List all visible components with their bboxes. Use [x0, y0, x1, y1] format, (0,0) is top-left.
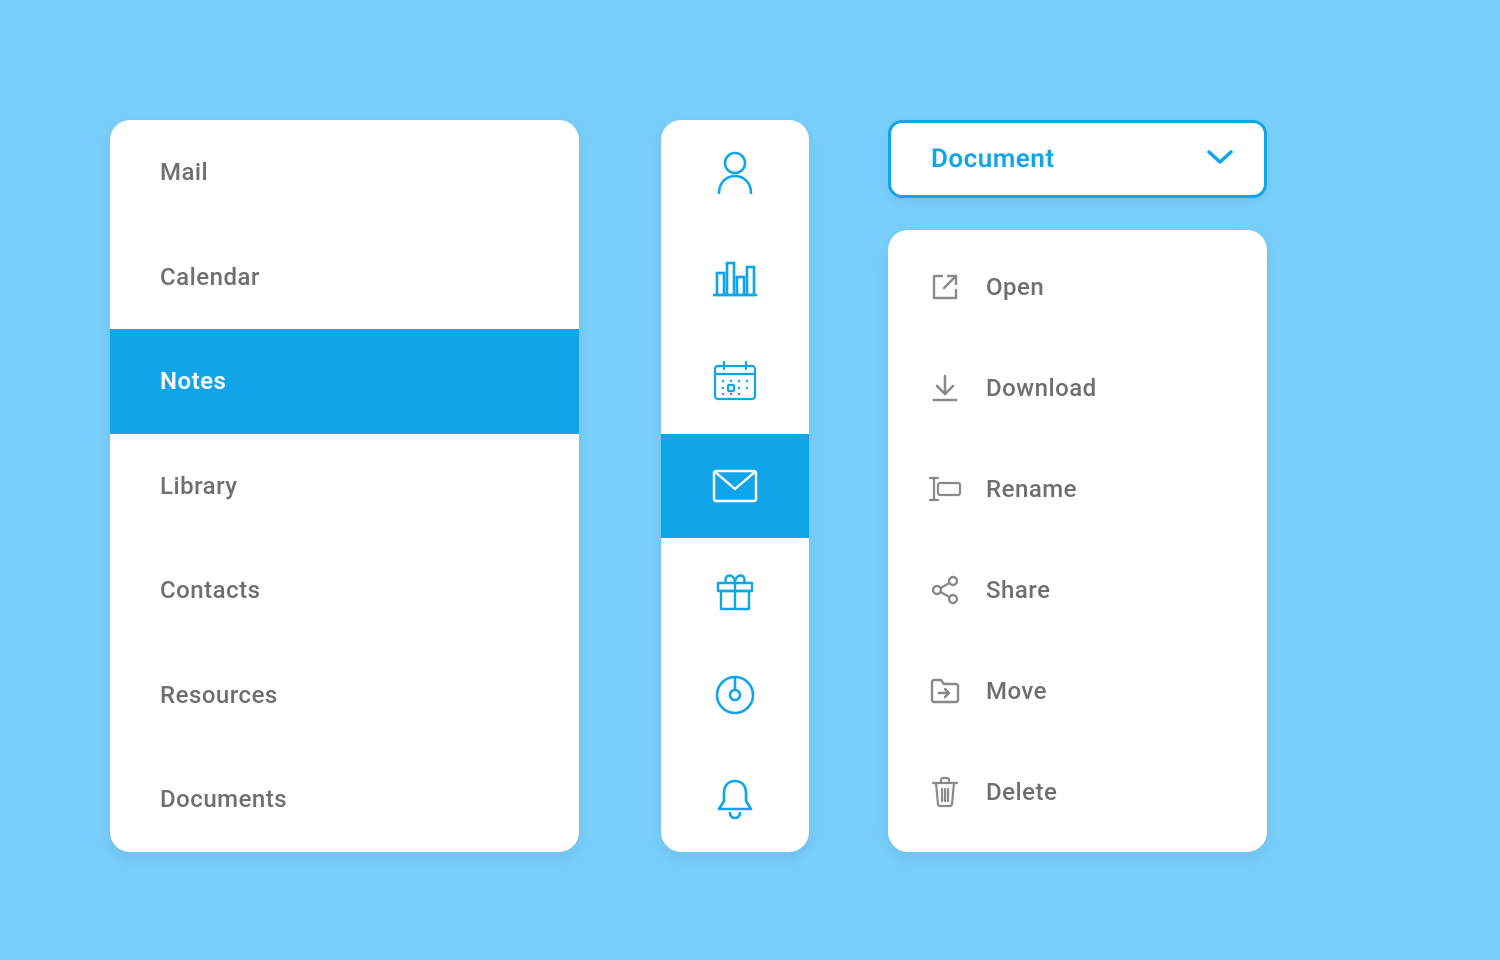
- rename-icon: [928, 472, 962, 506]
- folder-move-icon: [928, 674, 962, 708]
- ctx-item-download[interactable]: Download: [888, 337, 1267, 438]
- ctx-item-label: Share: [986, 576, 1050, 604]
- ctx-item-move[interactable]: Move: [888, 640, 1267, 741]
- nav-item-label: Notes: [160, 367, 226, 395]
- bell-icon: [715, 777, 755, 821]
- ctx-item-label: Download: [986, 374, 1097, 402]
- download-icon: [928, 371, 962, 405]
- dropdown-label: Document: [931, 144, 1055, 174]
- nav-item-mail[interactable]: Mail: [110, 120, 579, 225]
- trash-icon: [928, 775, 962, 809]
- ctx-item-share[interactable]: Share: [888, 539, 1267, 640]
- nav-item-calendar[interactable]: Calendar: [110, 225, 579, 330]
- nav-item-notes[interactable]: Notes: [110, 329, 579, 434]
- user-icon: [715, 150, 755, 194]
- rail-item-stats[interactable]: [661, 225, 809, 330]
- gift-icon: [714, 569, 756, 611]
- nav-item-resources[interactable]: Resources: [110, 643, 579, 748]
- ctx-item-label: Rename: [986, 475, 1077, 503]
- ctx-item-open[interactable]: Open: [888, 236, 1267, 337]
- icon-rail: [661, 120, 809, 852]
- ctx-item-label: Move: [986, 677, 1047, 705]
- nav-item-label: Library: [160, 472, 238, 500]
- rail-item-disc[interactable]: [661, 643, 809, 748]
- bar-chart-icon: [713, 257, 757, 297]
- nav-item-label: Resources: [160, 681, 278, 709]
- navigation-menu: Mail Calendar Notes Library Contacts Res…: [110, 120, 579, 852]
- ctx-item-rename[interactable]: Rename: [888, 438, 1267, 539]
- rail-item-calendar[interactable]: [661, 329, 809, 434]
- mail-icon: [712, 469, 758, 503]
- nav-item-library[interactable]: Library: [110, 434, 579, 539]
- rail-item-notifications[interactable]: [661, 747, 809, 852]
- share-nodes-icon: [928, 573, 962, 607]
- document-dropdown[interactable]: Document: [888, 120, 1267, 198]
- calendar-grid-icon: [713, 361, 757, 401]
- ctx-item-delete[interactable]: Delete: [888, 741, 1267, 842]
- disc-icon: [714, 674, 756, 716]
- nav-item-label: Contacts: [160, 576, 260, 604]
- rail-item-user[interactable]: [661, 120, 809, 225]
- rail-item-gift[interactable]: [661, 538, 809, 643]
- nav-item-label: Mail: [160, 158, 208, 186]
- ctx-item-label: Open: [986, 273, 1044, 301]
- nav-item-contacts[interactable]: Contacts: [110, 538, 579, 643]
- nav-item-label: Calendar: [160, 263, 260, 291]
- chevron-down-icon: [1206, 148, 1234, 170]
- rail-item-mail[interactable]: [661, 434, 809, 539]
- context-menu: Open Download Rename: [888, 230, 1267, 852]
- nav-item-label: Documents: [160, 785, 287, 813]
- nav-item-documents[interactable]: Documents: [110, 747, 579, 852]
- ctx-item-label: Delete: [986, 778, 1057, 806]
- external-link-icon: [928, 270, 962, 304]
